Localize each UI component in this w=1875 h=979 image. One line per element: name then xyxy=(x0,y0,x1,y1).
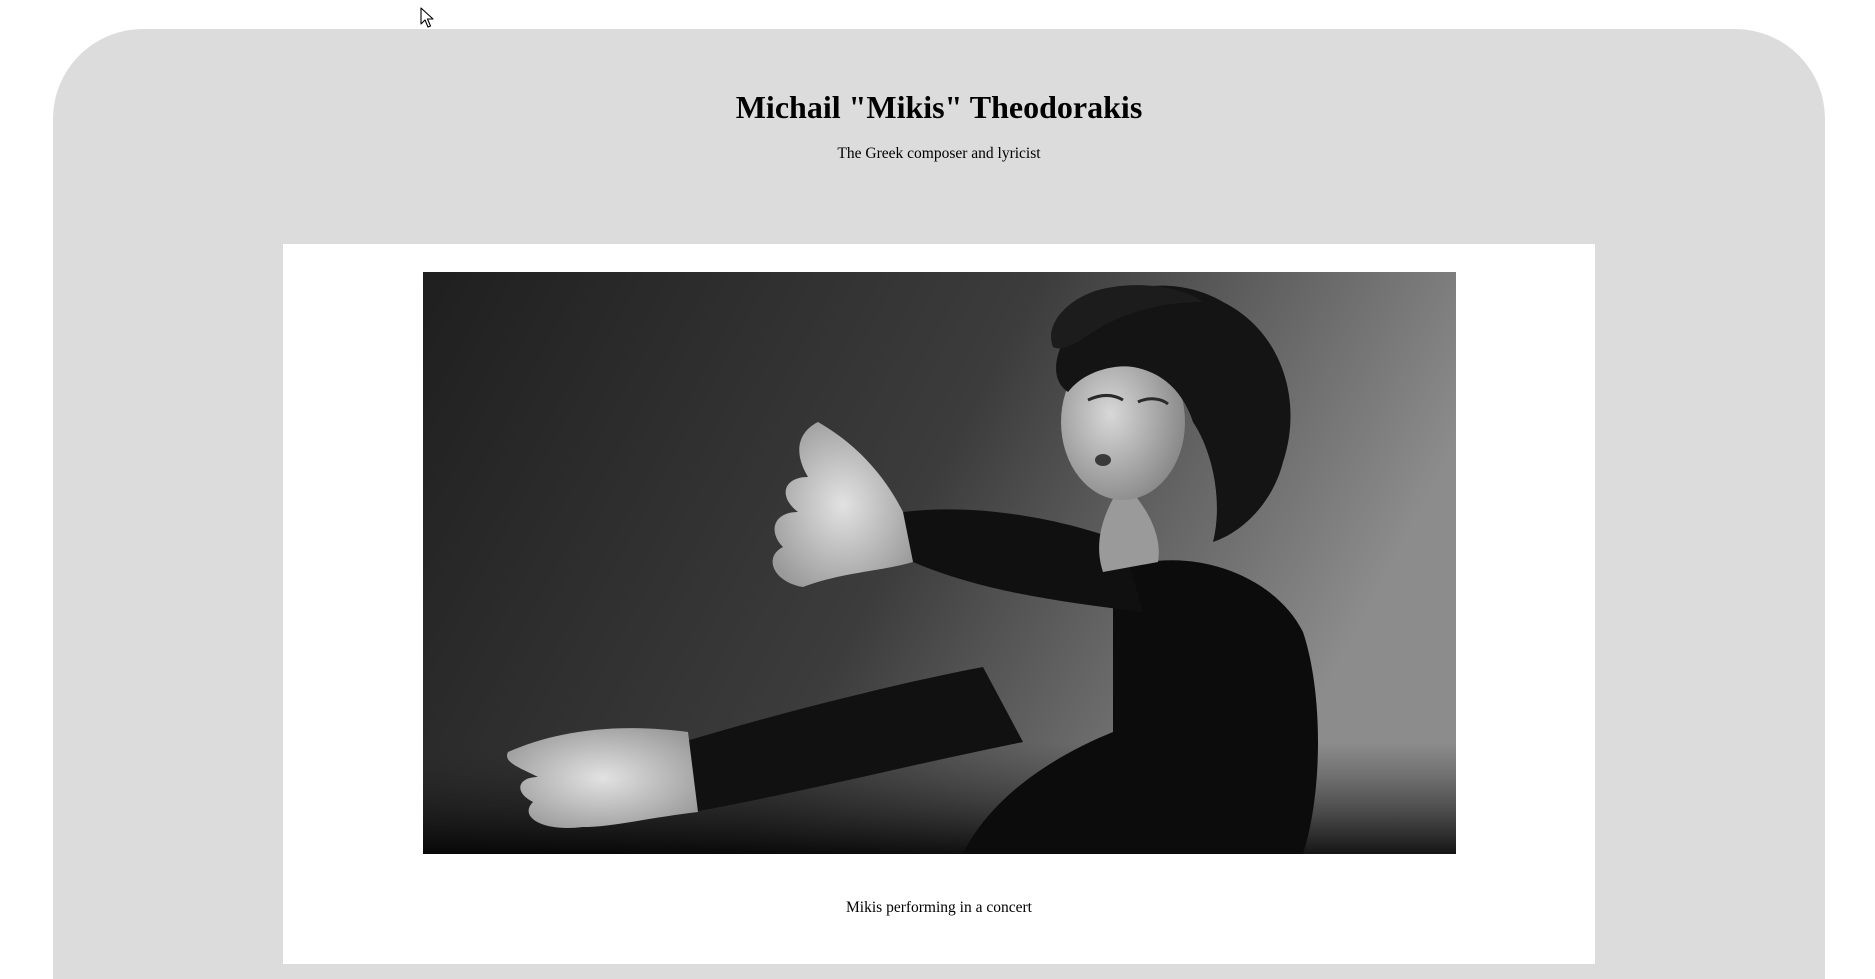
concert-photo xyxy=(423,272,1456,854)
page-title: Michail "Mikis" Theodorakis xyxy=(735,89,1143,125)
figure-card: Mikis performing in a concert xyxy=(283,244,1595,964)
mouse-pointer-icon xyxy=(420,7,434,28)
main-panel: Michail "Mikis" Theodorakis The Greek co… xyxy=(53,29,1825,979)
page-subtitle: The Greek composer and lyricist xyxy=(837,145,1041,162)
figure-caption: Mikis performing in a concert xyxy=(846,899,1032,916)
